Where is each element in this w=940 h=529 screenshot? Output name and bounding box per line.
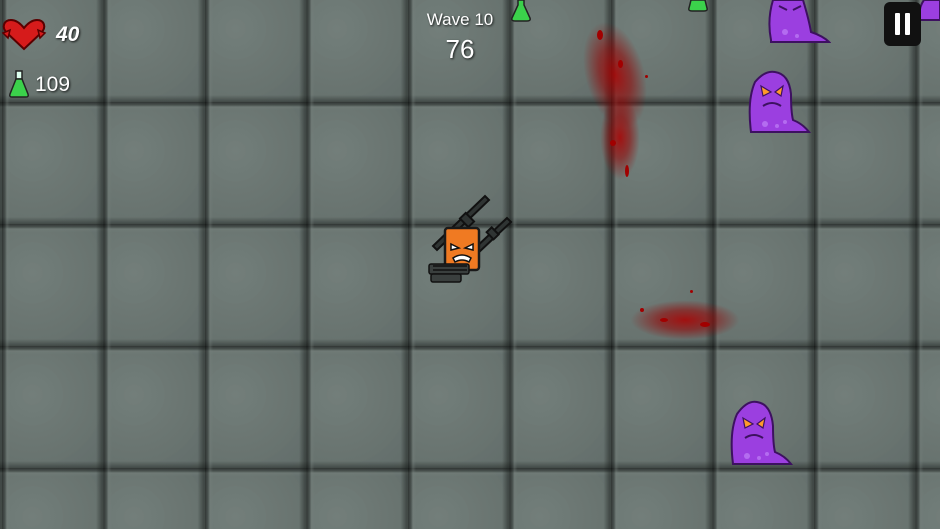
potion-pickup — [688, 0, 708, 12]
potion-pickup — [511, 0, 531, 22]
health-display: 40 — [0, 18, 90, 52]
potion-flask-icon — [9, 70, 29, 98]
wave-label: Wave 10 — [426, 10, 494, 29]
player-character — [428, 194, 513, 283]
purple-slime-monster — [768, 0, 831, 43]
heart-icon — [1, 18, 47, 51]
potion-count: 109 — [35, 73, 71, 96]
purple-slime-monster — [730, 400, 793, 465]
wave-timer: 76 — [445, 34, 475, 64]
health-value: 40 — [56, 23, 80, 46]
purple-slime-monster — [918, 0, 940, 21]
pause-icon — [884, 2, 921, 46]
pause-button[interactable] — [884, 2, 921, 46]
potion-counter: 109 — [8, 70, 88, 100]
purple-slime-monster — [748, 70, 811, 133]
